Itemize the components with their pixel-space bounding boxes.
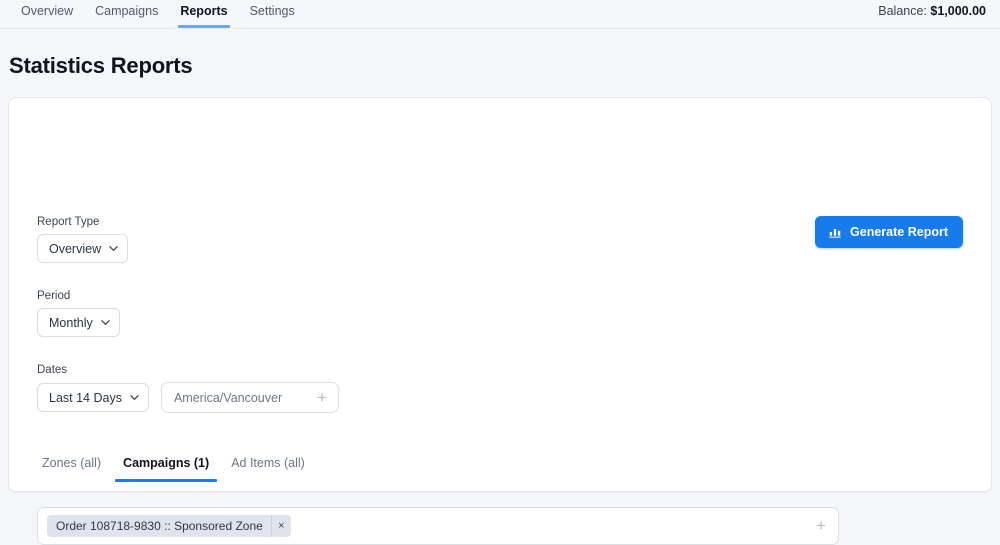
- report-type-label: Report Type: [37, 216, 100, 228]
- report-type-value: Overview: [49, 241, 102, 256]
- dates-group: Dates Last 14 Days America/Vancouver +: [37, 364, 339, 413]
- period-value: Monthly: [49, 315, 93, 330]
- report-type-select[interactable]: Overview: [37, 234, 129, 263]
- chevron-down-icon: [101, 318, 110, 327]
- nav-links: Overview Campaigns Reports Settings: [10, 0, 306, 28]
- chevron-down-icon: [109, 244, 118, 253]
- nav-item-settings[interactable]: Settings: [239, 0, 306, 28]
- target-tabs: Zones (all) Campaigns (1) Ad Items (all): [31, 453, 316, 482]
- tab-ad-items[interactable]: Ad Items (all): [220, 453, 316, 482]
- date-range-select[interactable]: Last 14 Days: [37, 383, 149, 412]
- generate-report-button[interactable]: Generate Report: [815, 216, 963, 248]
- nav-item-reports[interactable]: Reports: [169, 0, 238, 28]
- balance-amount: $1,000.00: [930, 4, 986, 18]
- page-title: Statistics Reports: [9, 53, 193, 78]
- timezone-field[interactable]: America/Vancouver +: [160, 382, 339, 413]
- plus-icon[interactable]: +: [317, 389, 327, 406]
- selected-campaign-chip: Order 108718-9830 :: Sponsored Zone ×: [47, 515, 291, 537]
- top-navigation-bar: Overview Campaigns Reports Settings Bala…: [0, 0, 1000, 29]
- add-campaign-plus-icon[interactable]: +: [816, 517, 826, 534]
- period-group: Period Monthly: [37, 290, 120, 337]
- period-select[interactable]: Monthly: [37, 308, 120, 337]
- dates-label: Dates: [37, 364, 68, 376]
- tab-zones[interactable]: Zones (all): [31, 453, 112, 482]
- campaign-selection-input[interactable]: Order 108718-9830 :: Sponsored Zone × +: [37, 507, 839, 545]
- report-builder-card: Report Type Overview Period Monthly Date…: [8, 97, 992, 545]
- balance-label: Balance:: [878, 4, 927, 18]
- report-type-group: Report Type Overview: [37, 216, 129, 263]
- chip-remove-icon[interactable]: ×: [270, 515, 291, 537]
- account-balance: Balance: $1,000.00: [878, 0, 986, 18]
- generate-report-label: Generate Report: [850, 225, 948, 239]
- chevron-down-icon: [130, 393, 139, 402]
- tab-campaigns[interactable]: Campaigns (1): [112, 453, 220, 482]
- bar-chart-icon: [828, 225, 842, 239]
- nav-item-campaigns[interactable]: Campaigns: [84, 0, 169, 28]
- dates-row: Last 14 Days America/Vancouver +: [37, 382, 339, 413]
- timezone-value: America/Vancouver: [173, 390, 283, 405]
- date-range-value: Last 14 Days: [49, 390, 122, 405]
- period-label: Period: [37, 290, 71, 302]
- chip-label: Order 108718-9830 :: Sponsored Zone: [56, 519, 263, 533]
- nav-item-overview[interactable]: Overview: [10, 0, 84, 28]
